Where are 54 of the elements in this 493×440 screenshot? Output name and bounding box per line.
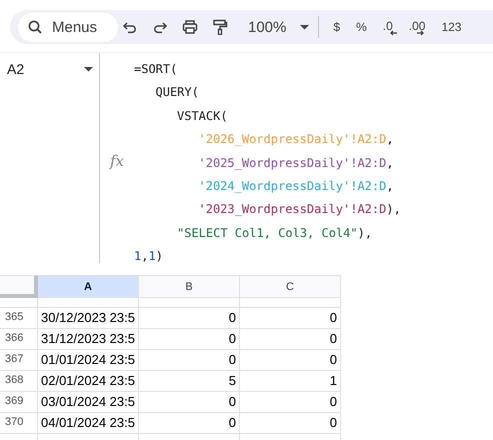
- table-cell: 0: [139, 392, 240, 413]
- row-header[interactable]: 368: [0, 371, 38, 392]
- formula-line: QUERY(: [156, 84, 199, 102]
- table-cell: 5: [139, 371, 240, 392]
- table-cell: 31/12/2023 23:5: [38, 329, 139, 350]
- formula-line: VSTACK(: [177, 108, 228, 125]
- row-header[interactable]: 369: [0, 392, 38, 413]
- zoom-select[interactable]: 100%: [244, 18, 290, 36]
- function-label: fx: [110, 152, 124, 170]
- table-cell: 0: [240, 413, 341, 434]
- decrease-decimal-button[interactable]: .0: [382, 15, 393, 39]
- row-header[interactable]: 365: [0, 308, 38, 329]
- formula-line: =SORT(: [134, 61, 178, 78]
- formula-line: '2024_WordpressDaily'!A2:D,: [198, 178, 394, 195]
- increase-decimal-button[interactable]: .00: [408, 15, 426, 39]
- formula-line: 1,1): [134, 248, 163, 266]
- table-cell: 30/12/2023 23:5: [38, 308, 139, 329]
- row-header[interactable]: 366: [0, 329, 38, 350]
- search-placeholder: Menus: [52, 18, 98, 36]
- table-cell: 02/01/2024 23:5: [38, 371, 139, 392]
- column-header[interactable]: C: [240, 275, 341, 298]
- column-header[interactable]: B: [139, 275, 240, 298]
- table-cell: 01/01/2024 23:5: [38, 350, 139, 371]
- table-cell: 0: [139, 308, 240, 329]
- right-arrow-icon: [416, 30, 425, 36]
- table-cell: 0: [139, 413, 240, 434]
- table-cell: 0: [240, 392, 341, 413]
- number-format-button[interactable]: %: [356, 15, 367, 39]
- search-menus-button[interactable]: Menus: [18, 12, 118, 42]
- column-header[interactable]: A: [38, 275, 139, 298]
- number-format-button[interactable]: $: [333, 15, 340, 39]
- printer-icon: [182, 19, 198, 35]
- name-box[interactable]: A2: [7, 61, 24, 77]
- table-cell: 0: [240, 308, 341, 329]
- table-cell: 0: [240, 350, 341, 371]
- table-cell: 0: [240, 329, 341, 350]
- table-cell: 0: [139, 329, 240, 350]
- row-header[interactable]: 367: [0, 350, 38, 371]
- number-format-button[interactable]: 123: [441, 15, 462, 39]
- left-arrow-icon: [388, 30, 398, 36]
- table-cell: 0: [139, 350, 240, 371]
- row-header: [0, 298, 38, 308]
- table-cell: 1: [240, 371, 341, 392]
- table-cell: 03/01/2024 23:5: [38, 392, 139, 413]
- caret-icon: [300, 24, 309, 30]
- search-icon: [28, 20, 42, 34]
- formula-line: '2026_WordpressDaily'!A2:D,: [198, 131, 394, 148]
- paint-roller-icon: [212, 19, 228, 35]
- formula-line: "SELECT Col1, Col3, Col4"),: [177, 224, 372, 242]
- table-cell: 04/01/2024 23:5: [38, 413, 139, 434]
- row-header[interactable]: 370: [0, 413, 38, 434]
- formula-line: '2023_WordpressDaily'!A2:D),: [198, 201, 401, 218]
- formula-line: '2025_WordpressDaily'!A2:D,: [198, 154, 394, 172]
- caret-icon: [84, 66, 93, 72]
